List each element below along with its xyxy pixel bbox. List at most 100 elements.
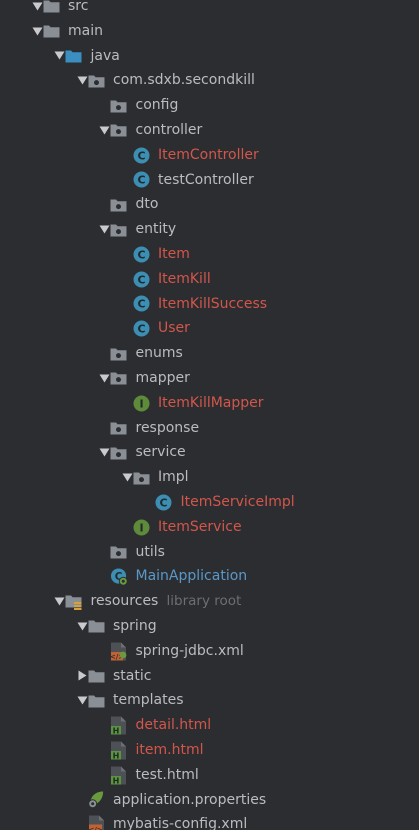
tree-node-label: test.html	[135, 766, 199, 783]
tree-node-itemkillsuccess[interactable]: C ItemKillSuccess	[0, 292, 419, 317]
tree-node-label: main	[68, 22, 103, 39]
library-root-hint: library root	[166, 593, 242, 610]
class-icon: C	[132, 143, 150, 168]
tree-node-label: ItemKillMapper	[158, 394, 264, 411]
tree-node-label: User	[158, 320, 190, 337]
tree-node-main[interactable]: main	[0, 19, 419, 44]
properties-icon	[87, 788, 105, 813]
svg-text:C: C	[137, 248, 145, 261]
tree-node-label: service	[135, 444, 186, 461]
tree-node-item-html[interactable]: Hitem.html	[0, 738, 419, 763]
svg-text:I: I	[139, 397, 143, 410]
tree-node-label: config	[135, 97, 179, 114]
tree-node-label: entity	[135, 221, 177, 238]
tree-node-dto[interactable]: dto	[0, 192, 419, 217]
folder-icon	[87, 664, 105, 689]
tree-node-mainapplication[interactable]: C MainApplication	[0, 564, 419, 589]
tree-node-label: java	[90, 47, 120, 64]
tree-node-label: dto	[135, 196, 159, 213]
folder-icon	[42, 0, 60, 19]
html-icon: H	[110, 763, 128, 788]
folder-icon	[42, 19, 60, 44]
tree-node-label: detail.html	[135, 717, 212, 734]
tree-node-config[interactable]: config	[0, 93, 419, 118]
package-icon	[110, 217, 128, 242]
tree-node-label: resources	[90, 593, 159, 610]
tree-node-item[interactable]: C Item	[0, 242, 419, 267]
tree-node-detail-html[interactable]: Hdetail.html	[0, 713, 419, 738]
resources-folder-icon	[65, 589, 83, 614]
spring-boot-class-icon: C	[110, 564, 128, 589]
tree-node-label: com.sdxb.secondkill	[113, 72, 255, 89]
tree-node-utils[interactable]: utils	[0, 540, 419, 565]
class-icon: C	[132, 168, 150, 193]
svg-text:</>: </>	[88, 826, 102, 830]
tree-node-spring[interactable]: spring	[0, 614, 419, 639]
tree-node-mapper[interactable]: mapper	[0, 366, 419, 391]
tree-node-label: item.html	[135, 741, 204, 758]
tree-node-templates[interactable]: templates	[0, 688, 419, 713]
tree-node-java[interactable]: java	[0, 44, 419, 69]
tree-node-label: mapper	[135, 369, 190, 386]
tree-node-user[interactable]: C User	[0, 316, 419, 341]
svg-text:H: H	[113, 726, 120, 735]
source-folder-icon	[65, 44, 83, 69]
folder-icon	[87, 688, 105, 713]
tree-node-impl[interactable]: Impl	[0, 465, 419, 490]
tree-node-com-sdxb-secondkill[interactable]: com.sdxb.secondkill	[0, 68, 419, 93]
tree-node-itemkillmapper[interactable]: I ItemKillMapper	[0, 391, 419, 416]
tree-node-label: static	[113, 667, 152, 684]
tree-node-label: Impl	[158, 469, 189, 486]
svg-text:C: C	[137, 273, 145, 286]
package-icon	[110, 540, 128, 565]
tree-node-mybatis-config-xml[interactable]: </> mybatis-config.xml	[0, 812, 419, 830]
tree-node-response[interactable]: response	[0, 416, 419, 441]
tree-node-label: enums	[135, 345, 183, 362]
tree-node-static[interactable]: static	[0, 664, 419, 689]
tree-node-label: src	[68, 0, 89, 14]
package-icon	[110, 192, 128, 217]
tree-node-label: Item	[158, 245, 190, 262]
tree-node-label: MainApplication	[135, 568, 248, 585]
class-icon: C	[132, 292, 150, 317]
class-icon: C	[155, 490, 173, 515]
spring-xml-icon: </>	[110, 639, 128, 664]
package-icon	[110, 93, 128, 118]
tree-node-src[interactable]: src	[0, 0, 419, 19]
package-icon	[110, 440, 128, 465]
tree-node-resources[interactable]: resources library root	[0, 589, 419, 614]
tree-node-application-properties[interactable]: application.properties	[0, 788, 419, 813]
package-icon	[87, 68, 105, 93]
tree-node-testcontroller[interactable]: CtestController	[0, 168, 419, 193]
class-icon: C	[132, 267, 150, 292]
tree-node-itemcontroller[interactable]: C ItemController	[0, 143, 419, 168]
class-icon: C	[132, 316, 150, 341]
tree-node-enums[interactable]: enums	[0, 341, 419, 366]
tree-node-itemservice[interactable]: I ItemService	[0, 515, 419, 540]
tree-node-itemserviceimpl[interactable]: C ItemServiceImpl	[0, 490, 419, 515]
tree-node-label: controller	[135, 121, 203, 138]
tree-node-label: response	[135, 419, 200, 436]
tree-node-entity[interactable]: entity	[0, 217, 419, 242]
folder-icon	[87, 614, 105, 639]
svg-text:C: C	[137, 149, 145, 162]
tree-node-label: ItemServiceImpl	[180, 493, 295, 510]
tree-node-itemkill[interactable]: C ItemKill	[0, 267, 419, 292]
xml-icon: </>	[87, 812, 105, 830]
package-icon	[132, 465, 150, 490]
svg-text:H: H	[113, 776, 120, 785]
tree-node-label: mybatis-config.xml	[113, 816, 248, 830]
package-icon	[110, 366, 128, 391]
tree-node-label: templates	[113, 692, 184, 709]
tree-node-label: utils	[135, 543, 165, 560]
tree-node-spring-jdbc-xml[interactable]: </> spring-jdbc.xml	[0, 639, 419, 664]
tree-node-label: testController	[158, 171, 254, 188]
package-icon	[110, 416, 128, 441]
tree-node-label: ItemService	[158, 518, 242, 535]
html-icon: H	[110, 738, 128, 763]
tree-node-service[interactable]: service	[0, 440, 419, 465]
tree-node-test-html[interactable]: Htest.html	[0, 763, 419, 788]
svg-text:H: H	[113, 751, 120, 760]
tree-node-label: ItemController	[158, 146, 259, 163]
tree-node-controller[interactable]: controller	[0, 118, 419, 143]
